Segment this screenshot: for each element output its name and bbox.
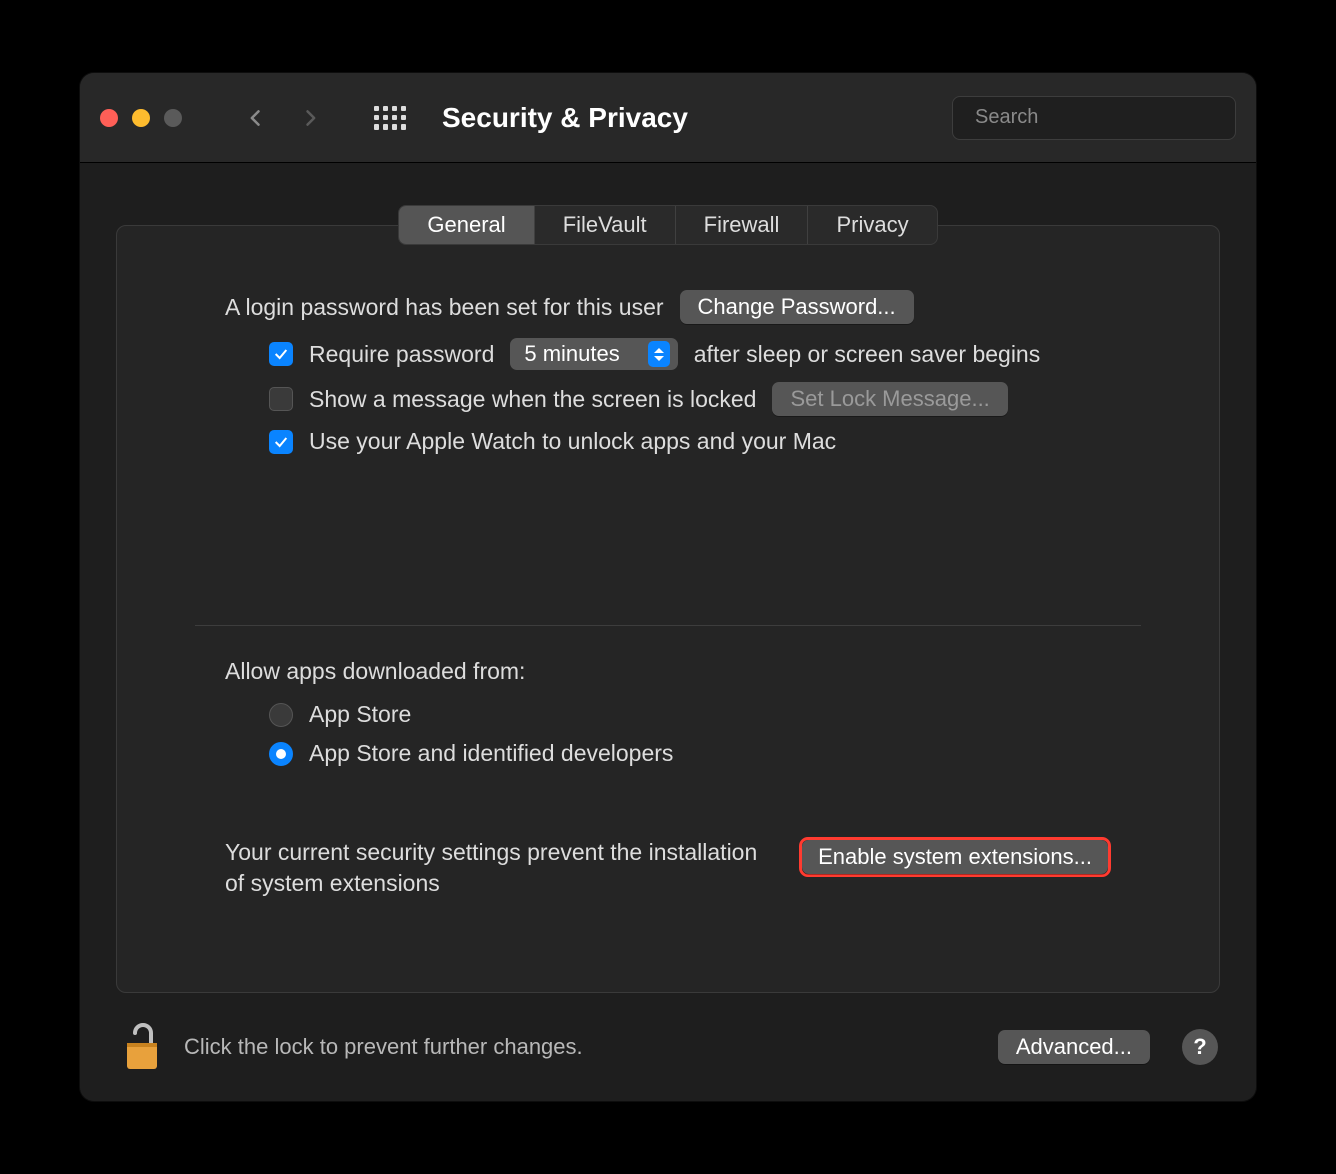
footer: Click the lock to prevent further change…: [80, 993, 1256, 1101]
help-button[interactable]: ?: [1182, 1029, 1218, 1065]
search-input[interactable]: [975, 106, 1240, 129]
toolbar: Security & Privacy: [80, 73, 1256, 163]
page-title: Security & Privacy: [442, 102, 688, 134]
require-password-checkbox[interactable]: [269, 342, 293, 366]
require-password-label-after: after sleep or screen saver begins: [694, 341, 1040, 368]
advanced-button[interactable]: Advanced...: [998, 1030, 1150, 1064]
chevron-up-down-icon: [648, 341, 670, 367]
preferences-window: Security & Privacy General FileVault Fir…: [80, 73, 1256, 1101]
apple-watch-label: Use your Apple Watch to unlock apps and …: [309, 428, 836, 455]
search-field[interactable]: [952, 96, 1236, 140]
forward-button: [290, 98, 330, 138]
content-area: General FileVault Firewall Privacy A log…: [80, 163, 1256, 993]
tab-bar: General FileVault Firewall Privacy: [398, 205, 937, 245]
lock-hint-text: Click the lock to prevent further change…: [184, 1034, 980, 1060]
show-message-checkbox[interactable]: [269, 387, 293, 411]
close-window-button[interactable]: [100, 109, 118, 127]
require-password-label-before: Require password: [309, 341, 494, 368]
allow-apps-option-appstore: App Store: [309, 701, 411, 728]
window-controls: [100, 109, 182, 127]
set-lock-message-button[interactable]: Set Lock Message...: [772, 382, 1007, 416]
require-password-delay-value: 5 minutes: [524, 341, 619, 367]
lock-open-icon: [122, 1021, 162, 1073]
general-pane: A login password has been set for this u…: [116, 225, 1220, 993]
enable-system-extensions-button[interactable]: Enable system extensions...: [802, 840, 1108, 874]
back-button[interactable]: [236, 98, 276, 138]
allow-apps-radio-appstore[interactable]: [269, 703, 293, 727]
tab-general[interactable]: General: [399, 206, 534, 244]
divider: [195, 625, 1141, 626]
allow-apps-radio-identified[interactable]: [269, 742, 293, 766]
zoom-window-button: [164, 109, 182, 127]
lock-button[interactable]: [118, 1021, 166, 1073]
allow-apps-option-identified: App Store and identified developers: [309, 740, 673, 767]
apple-watch-checkbox[interactable]: [269, 430, 293, 454]
change-password-button[interactable]: Change Password...: [680, 290, 914, 324]
extensions-warning-text: Your current security settings prevent t…: [225, 837, 769, 899]
show-message-label: Show a message when the screen is locked: [309, 386, 756, 413]
enable-extensions-highlight: Enable system extensions...: [799, 837, 1111, 877]
require-password-delay-select[interactable]: 5 minutes: [510, 338, 677, 370]
show-all-icon[interactable]: [374, 106, 406, 130]
tab-filevault[interactable]: FileVault: [535, 206, 676, 244]
tab-privacy[interactable]: Privacy: [808, 206, 936, 244]
allow-apps-label: Allow apps downloaded from:: [225, 658, 1111, 685]
minimize-window-button[interactable]: [132, 109, 150, 127]
tab-firewall[interactable]: Firewall: [676, 206, 809, 244]
login-password-label: A login password has been set for this u…: [225, 294, 664, 321]
